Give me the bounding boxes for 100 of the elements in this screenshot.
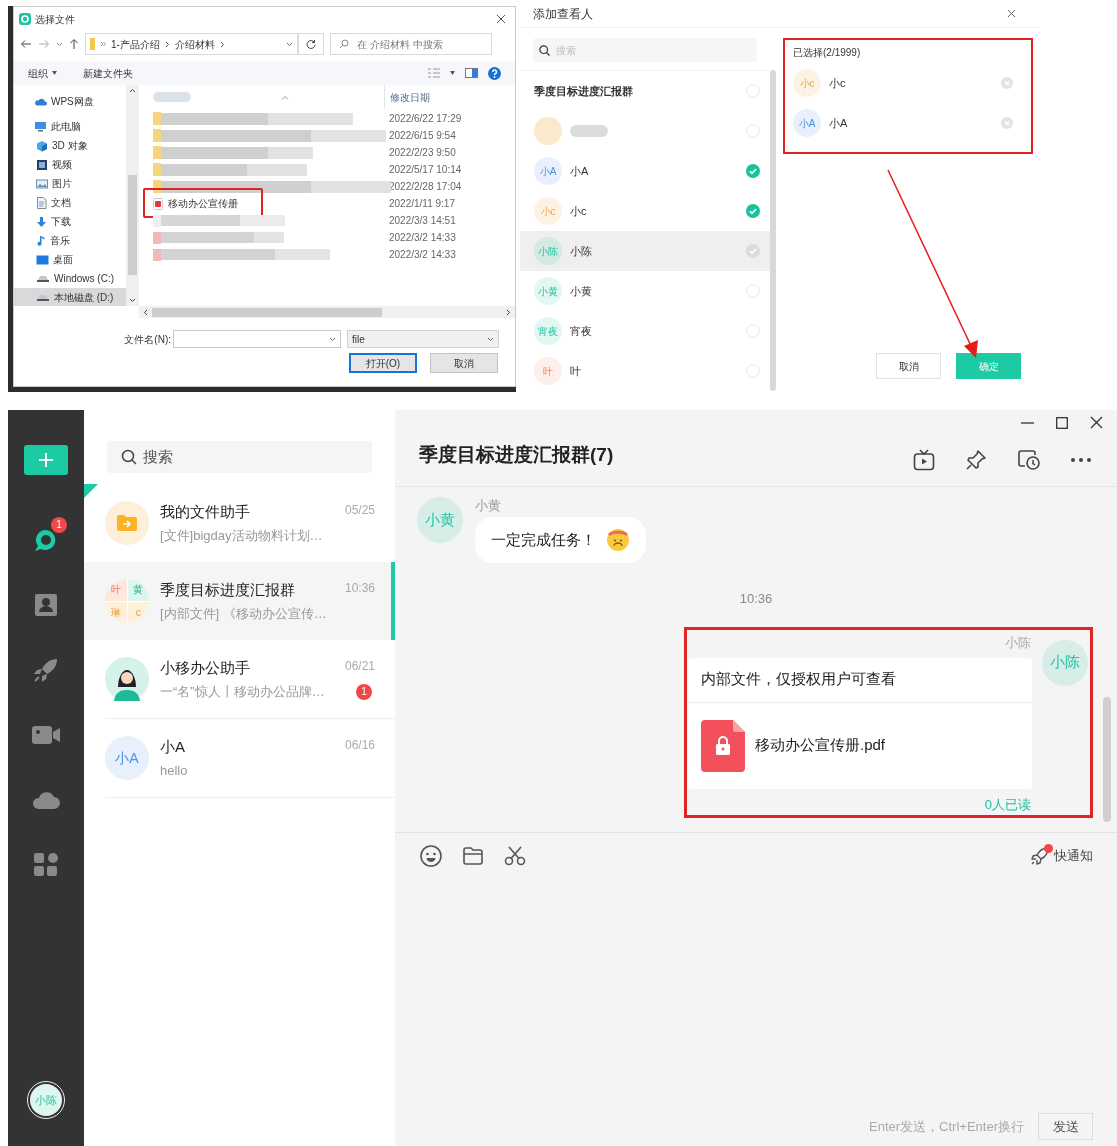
member-row[interactable]: 小黄 小黄 — [520, 271, 770, 311]
search-field[interactable]: 搜索 — [107, 441, 372, 473]
scroll-up-icon[interactable] — [129, 88, 136, 93]
checkbox[interactable] — [746, 204, 760, 218]
filename-field[interactable] — [173, 330, 341, 348]
nav-item[interactable]: WPS网盘 — [14, 92, 126, 111]
avatar: 小黄 — [417, 497, 463, 543]
folder-icon[interactable] — [462, 846, 484, 866]
video-camera-icon[interactable] — [31, 723, 61, 746]
send-button[interactable]: 发送 — [1038, 1113, 1093, 1140]
app-logo-icon — [19, 13, 31, 25]
cube-icon — [36, 139, 48, 152]
nav-item[interactable]: 3D 对象 — [14, 136, 126, 155]
date-cell-text: 2022/3/2 14:33 — [388, 231, 456, 245]
conversation-title: 季度目标进度汇报群 — [160, 579, 295, 600]
nav-item[interactable]: 桌面 — [14, 250, 126, 269]
member-name: 小陈 — [570, 243, 592, 259]
close-icon[interactable] — [1007, 9, 1016, 18]
up-arrow-icon[interactable] — [69, 38, 79, 50]
member-row[interactable]: 小c 小c — [520, 191, 770, 231]
scrollbar[interactable] — [1103, 697, 1111, 822]
preview-pane-icon[interactable] — [465, 68, 478, 78]
double-chevron-icon — [100, 41, 106, 47]
horizontal-scrollbar[interactable] — [139, 306, 515, 318]
nav-item[interactable]: 此电脑 — [14, 117, 126, 136]
avatar: 小c — [534, 197, 562, 225]
member-row[interactable]: 宵夜 宵夜 — [520, 311, 770, 351]
more-icon[interactable] — [1071, 458, 1091, 462]
locked-file-icon — [701, 719, 745, 772]
member-row[interactable]: 叶 叶 — [520, 351, 770, 391]
help-icon[interactable] — [488, 66, 501, 80]
breadcrumb[interactable]: 1-产品介绍 — [111, 36, 160, 52]
message-bubble: 一定完成任务！ — [475, 517, 646, 563]
scissors-icon[interactable] — [504, 846, 526, 866]
chevron-icon — [164, 40, 170, 48]
nav-item[interactable]: 下载 — [14, 212, 126, 231]
conversation-item[interactable]: 我的文件助手 05/25 [文件]bigday活动物料计划… — [84, 484, 395, 562]
dialog-button[interactable]: 打开(O) — [349, 353, 417, 373]
tv-play-icon[interactable] — [913, 449, 935, 471]
selected-name: 小A — [829, 115, 848, 131]
avatar: 小A — [534, 157, 562, 185]
close-icon[interactable] — [496, 14, 506, 24]
member-row[interactable]: 小A 小A — [520, 151, 770, 191]
download-icon — [36, 215, 47, 228]
timestamp: 10:36 — [344, 579, 375, 597]
scroll-down-icon[interactable] — [129, 298, 136, 303]
member-name: 小黄 — [570, 283, 592, 299]
rocket-icon — [1030, 846, 1050, 866]
toolbar-button[interactable]: 新建文件夹 — [83, 65, 133, 81]
contact-card-icon[interactable] — [33, 591, 59, 618]
address-bar[interactable]: 1-产品介绍 介绍材料 — [85, 33, 298, 55]
apps-grid-icon[interactable] — [33, 851, 59, 878]
search-input[interactable]: 在 介绍材料 中搜索 — [357, 36, 487, 52]
scrollbar[interactable] — [770, 70, 776, 391]
search-input[interactable]: 搜索 — [143, 445, 343, 469]
scroll-right-icon[interactable] — [506, 308, 511, 316]
pin-icon[interactable] — [965, 449, 987, 471]
nav-item[interactable]: Windows (C:) — [14, 269, 126, 288]
quick-notice-button[interactable]: 快通知 — [1030, 846, 1093, 866]
search-field[interactable]: 在 介绍材料 中搜索 — [330, 33, 492, 55]
music-note-icon — [36, 234, 46, 247]
refresh-icon — [306, 39, 316, 49]
file-card[interactable]: 内部文件，仅授权用户可查看 移动办公宣传册.pdf — [688, 657, 1032, 789]
toolbar-button[interactable]: 组织 — [28, 65, 57, 81]
cancel-button[interactable]: 取消 — [876, 353, 941, 379]
checkbox[interactable] — [746, 164, 760, 178]
conversation-title: 小A — [160, 736, 185, 757]
message-preview: [内部文件] 《移动办公宣传… — [160, 605, 327, 623]
blurred-column-header — [153, 92, 191, 102]
avatar: 小A — [793, 109, 821, 137]
refresh-button[interactable] — [298, 33, 324, 55]
date-cell-text: 2022/6/15 9:54 — [388, 129, 456, 143]
nav-item[interactable]: 音乐 — [14, 231, 126, 250]
conversation-item[interactable]: 叶 黄 琳 c 季度目标进度汇报群 10:36 [内部文件] 《移动办公宣传… — [84, 562, 395, 640]
nav-item[interactable]: 视频 — [14, 155, 126, 174]
file-type-select[interactable]: file — [347, 330, 499, 348]
column-header[interactable]: 修改日期 — [384, 85, 430, 109]
drive-icon — [36, 293, 50, 302]
conversation-item[interactable]: 小A 小A 06/16 hello — [84, 719, 395, 797]
nav-item[interactable]: 本地磁盘 (D:) — [14, 288, 126, 306]
close-icon[interactable] — [1090, 416, 1103, 429]
file-name[interactable]: 移动办公宣传册 — [168, 196, 238, 211]
emoji-icon[interactable] — [420, 845, 442, 867]
date-cell-text: 2022/2/28 17:04 — [388, 180, 462, 194]
nav-item[interactable]: 图片 — [14, 174, 126, 193]
date-cell-text: 2022/3/2 14:33 — [388, 248, 456, 262]
back-arrow-icon[interactable] — [20, 39, 32, 49]
new-button[interactable] — [24, 445, 68, 475]
dialog-button[interactable]: 取消 — [430, 353, 498, 373]
scrollbar[interactable] — [126, 85, 139, 306]
conversation-item[interactable]: 小移办公助手 06/21 一“名”惊人丨移动办公品牌… 1 — [84, 640, 395, 718]
breadcrumb[interactable]: 介绍材料 — [174, 36, 215, 52]
group-row[interactable]: 季度目标进度汇报群 — [520, 71, 770, 111]
maximize-icon[interactable] — [1056, 416, 1068, 429]
date-cell-text: 2022/3/3 14:51 — [388, 214, 456, 228]
drive-icon — [36, 274, 50, 283]
window-title: 选择文件 — [35, 12, 75, 27]
nav-item[interactable]: 文档 — [14, 193, 126, 212]
scroll-left-icon[interactable] — [143, 308, 148, 316]
chat-history-icon[interactable] — [1017, 449, 1041, 471]
